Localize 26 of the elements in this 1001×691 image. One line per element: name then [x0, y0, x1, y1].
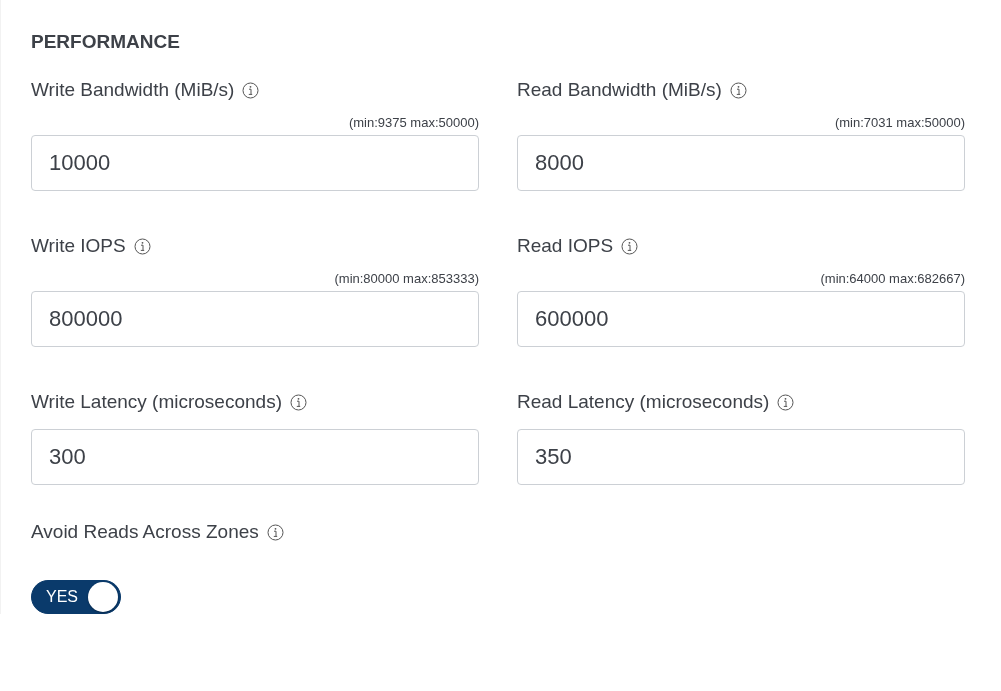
section-title: PERFORMANCE [31, 31, 181, 54]
field-label: Read IOPS [517, 235, 614, 257]
range-hint: (min:80000 max:853333) [334, 271, 479, 286]
input-field[interactable]: 350 [517, 429, 965, 485]
info-icon[interactable] [777, 393, 795, 411]
toggle-label: Avoid Reads Across Zones [31, 521, 259, 543]
input-field[interactable]: 300 [31, 429, 479, 485]
field-label: Write Latency (microseconds) [31, 391, 282, 413]
info-icon[interactable] [266, 523, 284, 541]
toggle-switch[interactable]: YES [31, 580, 121, 614]
field-label: Write Bandwidth (MiB/s) [31, 79, 235, 101]
info-icon[interactable] [242, 81, 260, 99]
info-icon[interactable] [729, 81, 747, 99]
input-field[interactable]: 10000 [31, 135, 479, 191]
input-field[interactable]: 800000 [31, 291, 479, 347]
field-label: Read Bandwidth (MiB/s) [517, 79, 722, 101]
field-label: Read Latency (microseconds) [517, 391, 770, 413]
range-hint: (min:64000 max:682667) [820, 271, 965, 286]
info-icon[interactable] [133, 237, 151, 255]
info-icon[interactable] [289, 393, 307, 411]
input-field[interactable]: 8000 [517, 135, 965, 191]
range-hint: (min:9375 max:50000) [348, 115, 479, 130]
input-field[interactable]: 600000 [517, 291, 965, 347]
field-label: Write IOPS [31, 235, 126, 257]
info-icon[interactable] [621, 237, 639, 255]
range-hint: (min:7031 max:50000) [834, 115, 965, 130]
